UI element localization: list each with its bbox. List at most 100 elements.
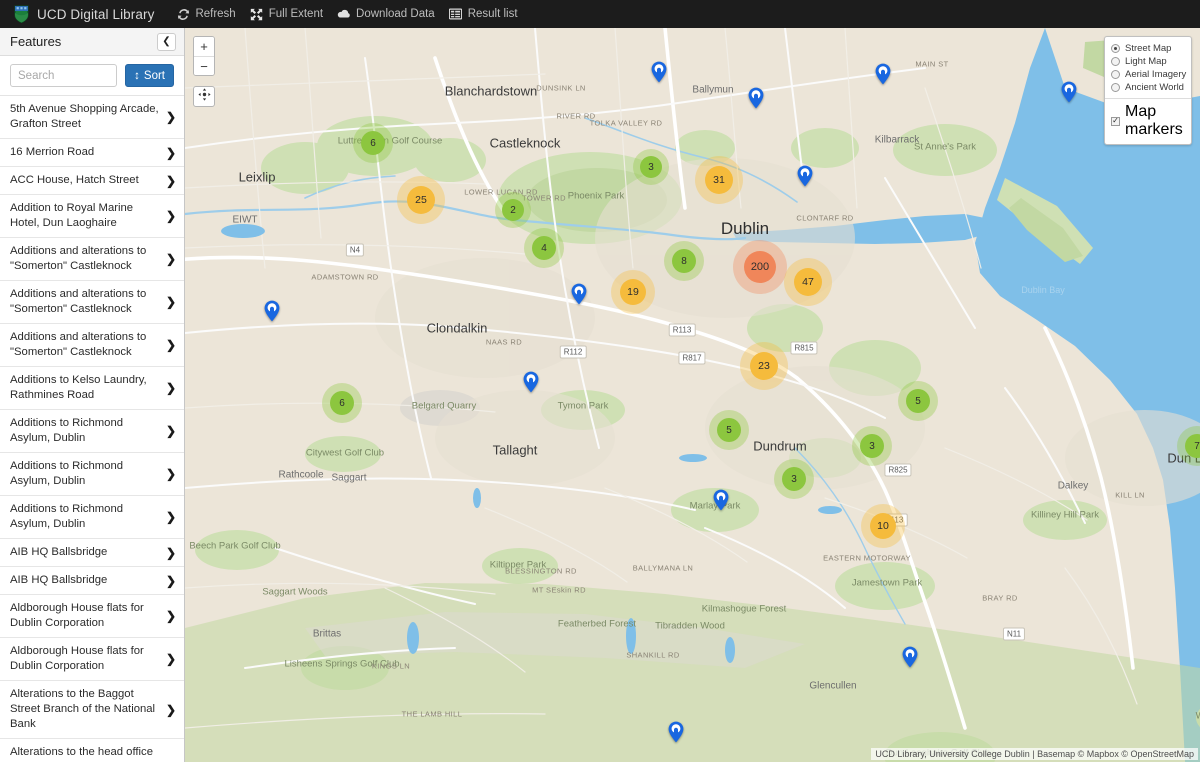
map-pin-marker[interactable] [797, 165, 813, 192]
list-item-label: ACC House, Hatch Street [10, 174, 139, 186]
refresh-button[interactable]: Refresh [176, 7, 236, 21]
layer-switcher[interactable]: Street Map Light Map Aerial Imagery Ancient… [1104, 36, 1192, 145]
map-attribution: UCD Library, University College Dublin |… [871, 748, 1198, 760]
map-viewport[interactable]: Blanchardstown Castleknock Leixlip Ballymun… [185, 28, 1200, 762]
map-pin-marker[interactable] [902, 646, 918, 673]
search-input[interactable] [10, 64, 118, 87]
result-list-label: Result list [467, 8, 518, 20]
zoom-out-button[interactable]: − [194, 56, 214, 75]
page-title: Features [10, 34, 62, 49]
brand: UCD Digital Library [14, 5, 155, 24]
list-item[interactable]: Addition to Royal Marine Hotel, Dun Laog… [0, 195, 184, 238]
cluster-marker[interactable]: 2 [502, 199, 524, 221]
cluster-marker[interactable]: 3 [782, 467, 806, 491]
list-item[interactable]: Additions to Kelso Laundry, Rathmines Ro… [0, 367, 184, 410]
chevron-right-icon: ❯ [165, 252, 176, 266]
map-pin-marker[interactable] [748, 87, 764, 114]
map-pin-marker[interactable] [1061, 81, 1077, 108]
download-data-button[interactable]: Download Data [337, 7, 435, 21]
list-item[interactable]: Additions and alterations to "Somerton" … [0, 281, 184, 324]
locate-button[interactable] [193, 86, 215, 107]
cluster-marker[interactable]: 4 [532, 236, 556, 260]
refresh-label: Refresh [195, 8, 236, 20]
list-item-label: Additions and alterations to "Somerton" … [10, 288, 147, 315]
zoom-in-button[interactable]: + [194, 37, 214, 56]
road-shield: R817 [678, 351, 706, 365]
sort-button[interactable]: ↕ Sort [125, 64, 174, 87]
radio-icon[interactable] [1111, 57, 1120, 66]
cluster-marker[interactable]: 10 [870, 513, 896, 539]
list-item[interactable]: Alterations to the head office of Nation… [0, 739, 184, 762]
list-item[interactable]: 16 Merrion Road ❯ [0, 139, 184, 167]
basemap-option-label: Ancient World [1125, 82, 1184, 93]
sidebar-header: Features ❮ [0, 28, 184, 56]
list-item[interactable]: Aldborough House flats for Dublin Corpor… [0, 595, 184, 638]
basemap-option-aerial-imagery[interactable]: Aerial Imagery [1105, 68, 1191, 81]
cluster-marker[interactable]: 19 [620, 279, 646, 305]
cluster-marker[interactable]: 200 [744, 251, 776, 283]
chevron-right-icon: ❯ [165, 545, 176, 560]
list-item-label: 16 Merrion Road [10, 146, 95, 158]
map-pin-marker[interactable] [875, 63, 891, 90]
list-item[interactable]: 5th Avenue Shopping Arcade, Grafton Stre… [0, 96, 184, 139]
list-item-label: AIB HQ Ballsbridge [10, 546, 108, 558]
list-item[interactable]: Additions and alterations to "Somerton" … [0, 238, 184, 281]
cluster-marker[interactable]: 8 [672, 249, 696, 273]
list-item[interactable]: Aldborough House flats for Dublin Corpor… [0, 638, 184, 681]
cluster-marker[interactable]: 6 [361, 131, 385, 155]
zoom-controls[interactable]: + − [193, 36, 215, 76]
ucd-shield-icon [14, 5, 29, 24]
map-pin-marker[interactable] [264, 300, 280, 327]
sort-label: Sort [143, 69, 165, 82]
list-item[interactable]: Additions to Richmond Asylum, Dublin ❯ [0, 410, 184, 453]
list-item[interactable]: AIB HQ Ballsbridge ❯ [0, 567, 184, 595]
cluster-marker[interactable]: 31 [705, 166, 733, 194]
basemap-option-label: Light Map [1125, 56, 1167, 67]
radio-icon[interactable] [1111, 44, 1120, 53]
cluster-marker[interactable]: 3 [640, 156, 662, 178]
list-item[interactable]: AIB HQ Ballsbridge ❯ [0, 539, 184, 567]
radio-icon[interactable] [1111, 70, 1120, 79]
list-item[interactable]: ACC House, Hatch Street ❯ [0, 167, 184, 195]
list-item-label: 5th Avenue Shopping Arcade, Grafton Stre… [10, 103, 159, 130]
cluster-marker[interactable]: 6 [330, 391, 354, 415]
basemap-option-street-map[interactable]: Street Map [1105, 42, 1191, 55]
cluster-marker[interactable]: 47 [794, 268, 822, 296]
basemap-option-ancient-world[interactable]: Ancient World [1105, 81, 1191, 94]
full-extent-label: Full Extent [268, 8, 324, 20]
list-item-label: Aldborough House flats for Dublin Corpor… [10, 602, 144, 629]
full-extent-button[interactable]: Full Extent [250, 7, 323, 21]
checkbox-icon[interactable]: check-icon ✓ [1111, 116, 1120, 126]
sidebar-collapse-button[interactable]: ❮ [157, 32, 176, 51]
chevron-right-icon: ❯ [165, 652, 176, 666]
map-pin-marker[interactable] [523, 371, 539, 398]
list-item[interactable]: Alterations to the Baggot Street Branch … [0, 681, 184, 739]
cluster-marker[interactable]: 3 [860, 434, 884, 458]
list-item[interactable]: Additions to Richmond Asylum, Dublin ❯ [0, 453, 184, 496]
basemap-options[interactable]: Street Map Light Map Aerial Imagery Ancient… [1105, 42, 1191, 94]
chevron-right-icon: ❯ [165, 424, 176, 438]
list-item-label: Additions and alterations to "Somerton" … [10, 331, 147, 358]
download-data-label: Download Data [356, 8, 435, 20]
top-app-bar: UCD Digital Library Refresh Full Extent [0, 0, 1200, 28]
map-markers-toggle[interactable]: check-icon ✓ Map markers [1105, 99, 1191, 144]
radio-icon[interactable] [1111, 83, 1120, 92]
chevron-right-icon: ❯ [165, 573, 176, 588]
list-item[interactable]: Additions to Richmond Asylum, Dublin ❯ [0, 496, 184, 539]
map-pin-marker[interactable] [668, 721, 684, 748]
basemap-option-light-map[interactable]: Light Map [1105, 55, 1191, 68]
features-list[interactable]: 5th Avenue Shopping Arcade, Grafton Stre… [0, 96, 184, 762]
map-pin-marker[interactable] [713, 489, 729, 516]
cluster-marker[interactable]: 5 [906, 389, 930, 413]
map-pin-marker[interactable] [571, 283, 587, 310]
list-item-label: Alterations to the Baggot Street Branch … [10, 688, 156, 730]
map-pin-marker[interactable] [651, 61, 667, 88]
list-item[interactable]: Additions and alterations to "Somerton" … [0, 324, 184, 367]
result-list-button[interactable]: Result list [449, 7, 518, 21]
app-title: UCD Digital Library [37, 6, 155, 22]
top-nav: Refresh Full Extent Download Data Result… [176, 7, 531, 21]
cluster-marker[interactable]: 23 [750, 352, 778, 380]
road-shield: R815 [790, 341, 818, 355]
cluster-marker[interactable]: 25 [407, 186, 435, 214]
cluster-marker[interactable]: 5 [717, 418, 741, 442]
